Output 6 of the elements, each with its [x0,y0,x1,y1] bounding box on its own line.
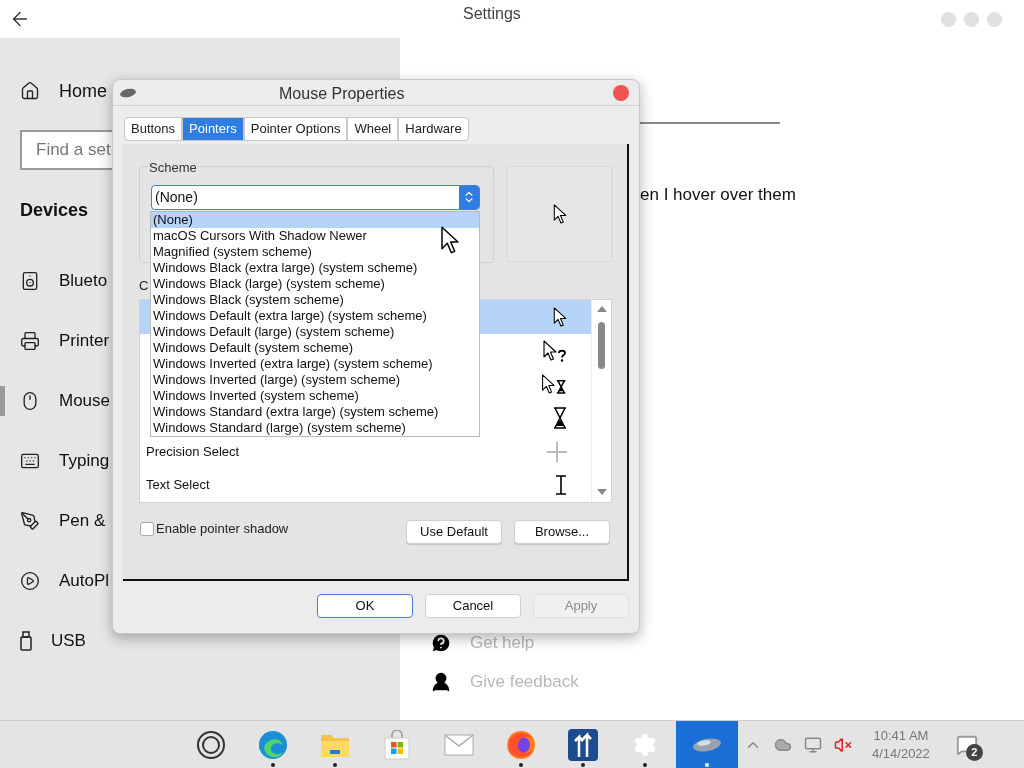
checkbox-label: Enable pointer shadow [156,520,289,539]
section-title: Devices [20,199,89,219]
customize-label: C [139,277,149,292]
window-title: Settings [463,4,521,24]
dialog-title: Mouse Properties [279,84,405,104]
description-text: en I hover over them [640,184,797,206]
